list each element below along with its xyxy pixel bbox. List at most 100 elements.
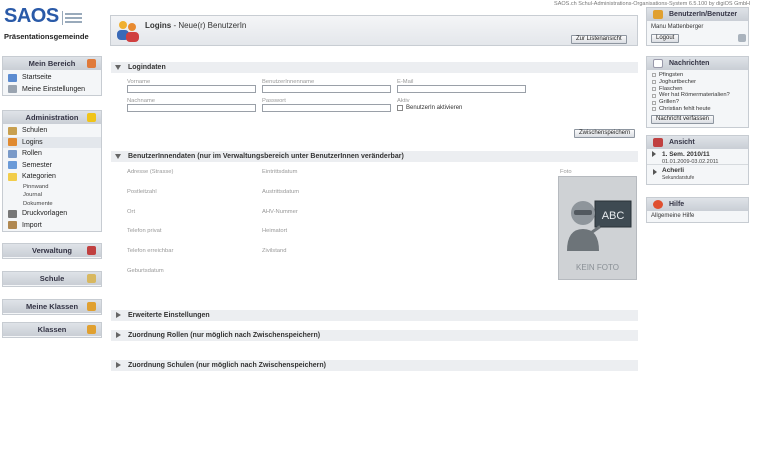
semester-selector[interactable]: 1. Sem. 2010/11 01.01.2009-03.02.2011 (647, 149, 748, 165)
expand-arrow-icon (116, 312, 121, 318)
nachname-field[interactable] (127, 104, 256, 112)
mein-bereich-title: Mein Bereich (28, 59, 76, 68)
ahv-nummer-label: AHV-Nummer (262, 209, 298, 215)
sidebar-item-semester[interactable]: Semester (3, 160, 101, 172)
logindaten-section-header[interactable]: Logindaten (111, 62, 638, 73)
meine-klassen-panel[interactable]: Meine Klassen (2, 299, 102, 315)
message-item[interactable]: Joghurtbecher (647, 79, 748, 86)
schule-title: Schule (39, 274, 65, 283)
aktivieren-checkbox[interactable] (397, 105, 403, 111)
benutzerdaten-section-header[interactable]: BenutzerInnendaten (nur im Verwaltungsbe… (111, 151, 638, 162)
sidebar-item-meine-einstellungen[interactable]: Meine Einstellungen (3, 84, 101, 96)
school-icon (8, 126, 17, 135)
sidebar-item-schulen[interactable]: Schulen (3, 125, 101, 137)
klassen-title: Klassen (37, 325, 67, 334)
kein-foto-text: KEIN FOTO (576, 263, 619, 272)
nachrichten-header: Nachrichten (647, 57, 748, 70)
passwort-field[interactable] (262, 104, 391, 112)
calendar-icon (8, 161, 17, 170)
user-icon (653, 10, 663, 19)
message-item[interactable]: Christian fehlt heute (647, 106, 748, 113)
erweiterte-section-header[interactable]: Erweiterte Einstellungen (111, 310, 638, 321)
schule-header[interactable]: Schule (3, 272, 101, 285)
mein-bereich-panel: Mein Bereich Startseite Meine Einstellun… (2, 56, 102, 96)
email-field[interactable] (397, 85, 526, 93)
sidebar-item-label: Meine Einstellungen (22, 85, 86, 93)
section-title: Zuordnung Rollen (nur möglich nach Zwisc… (128, 332, 321, 339)
message-item[interactable]: Wer hat Römermaterialien? (647, 92, 748, 99)
zwischenspeichern-button[interactable]: Zwischenspeichern (574, 129, 636, 138)
allgemeine-hilfe-link[interactable]: Allgemeine Hilfe (647, 213, 748, 220)
rollen-section-header[interactable]: Zuordnung Rollen (nur möglich nach Zwisc… (111, 330, 638, 341)
postleitzahl-label: Postleitzahl (127, 189, 157, 195)
schulen-section-header[interactable]: Zuordnung Schulen (nur möglich nach Zwis… (111, 360, 638, 371)
sidebar-item-logins[interactable]: Logins (3, 136, 101, 148)
message-item[interactable]: Pfingsten (647, 72, 748, 79)
message-title: Pfingsten (659, 72, 684, 78)
benutzername-field[interactable] (262, 85, 391, 93)
section-title: BenutzerInnendaten (nur im Verwaltungsbe… (128, 153, 404, 160)
sidebar-item-label: Import (22, 221, 42, 229)
roles-icon (8, 149, 17, 158)
sidebar-item-rollen[interactable]: Rollen (3, 148, 101, 160)
verwaltung-panel[interactable]: Verwaltung (2, 243, 102, 259)
nachricht-verfassen-button[interactable]: Nachricht verfassen (651, 115, 715, 124)
aktiv-label: Aktiv (397, 98, 410, 104)
vorname-field[interactable] (127, 85, 256, 93)
message-title: Flaschen (659, 85, 683, 92)
hilfe-panel: Hilfe Allgemeine Hilfe (646, 197, 749, 223)
section-title: Erweiterte Einstellungen (128, 312, 210, 319)
message-item[interactable]: Flaschen (647, 86, 748, 93)
import-icon (8, 221, 17, 230)
sidebar-item-import[interactable]: Import (3, 220, 101, 232)
message-icon (652, 93, 656, 98)
settings-gear-icon[interactable] (738, 34, 746, 42)
users-icon (8, 138, 17, 147)
class-group-icon (87, 302, 96, 311)
sidebar-item-label: Kategorien (22, 173, 56, 180)
saos-logo[interactable]: SAOS Präsentationsgemeinde (4, 6, 100, 42)
expand-arrow-icon (116, 362, 121, 368)
nachrichten-panel: Nachrichten Pfingsten Joghurtbecher Flas… (646, 56, 749, 128)
sidebar-item-label: Rollen (22, 150, 42, 157)
message-icon (652, 86, 656, 91)
expand-arrow-icon (652, 151, 656, 157)
sidebar-subitem-pinnwand[interactable]: Pinnwand (3, 183, 101, 192)
no-photo-placeholder: ABC KEIN FOTO (558, 176, 637, 280)
verwaltung-icon (87, 246, 96, 255)
klassen-header[interactable]: Klassen (3, 323, 101, 336)
back-to-list-button[interactable]: Zur Listenansicht (571, 35, 627, 44)
section-title: Zuordnung Schulen (nur möglich nach Zwis… (128, 362, 326, 369)
board-text: ABC (602, 210, 625, 222)
school-building-icon (87, 274, 96, 283)
schule-panel[interactable]: Schule (2, 271, 102, 287)
message-icon (652, 107, 656, 112)
verwaltung-header[interactable]: Verwaltung (3, 244, 101, 257)
sidebar-item-kategorien[interactable]: Kategorien (3, 171, 101, 183)
sidebar-item-label: Dokumente (23, 200, 53, 207)
message-item[interactable]: Grillen? (647, 99, 748, 106)
logout-button[interactable]: Logout (651, 34, 680, 43)
meine-klassen-header[interactable]: Meine Klassen (3, 300, 101, 313)
stufe-value: Sekundarstufe (662, 175, 695, 181)
message-title: Grillen? (659, 99, 679, 106)
administration-header[interactable]: Administration (3, 111, 101, 124)
classes-icon (87, 325, 96, 334)
benutzer-header: BenutzerIn/Benutzer (647, 8, 748, 21)
sidebar-subitem-journal[interactable]: Journal (3, 191, 101, 200)
user-home-icon (87, 59, 96, 68)
sidebar-subitem-dokumente[interactable]: Dokumente (3, 200, 101, 209)
ort-label: Ort (127, 209, 136, 215)
page-header: Logins - Neue(r) BenutzerIn Zur Listenan… (110, 15, 638, 46)
mein-bereich-header[interactable]: Mein Bereich (3, 57, 101, 70)
hilfe-header: Hilfe (647, 198, 748, 211)
sidebar-item-druckvorlagen[interactable]: Druckvorlagen (3, 208, 101, 220)
ansicht-title: Ansicht (669, 139, 695, 146)
nachrichten-title: Nachrichten (669, 60, 710, 67)
expand-arrow-icon (116, 332, 121, 338)
klassen-panel[interactable]: Klassen (2, 322, 102, 338)
telefon-privat-label: Telefon privat (127, 228, 162, 234)
sidebar-item-startseite[interactable]: Startseite (3, 72, 101, 84)
schule-selector[interactable]: Acherli Sekundarstufe (647, 165, 748, 181)
logo-mark-icon (62, 11, 84, 25)
